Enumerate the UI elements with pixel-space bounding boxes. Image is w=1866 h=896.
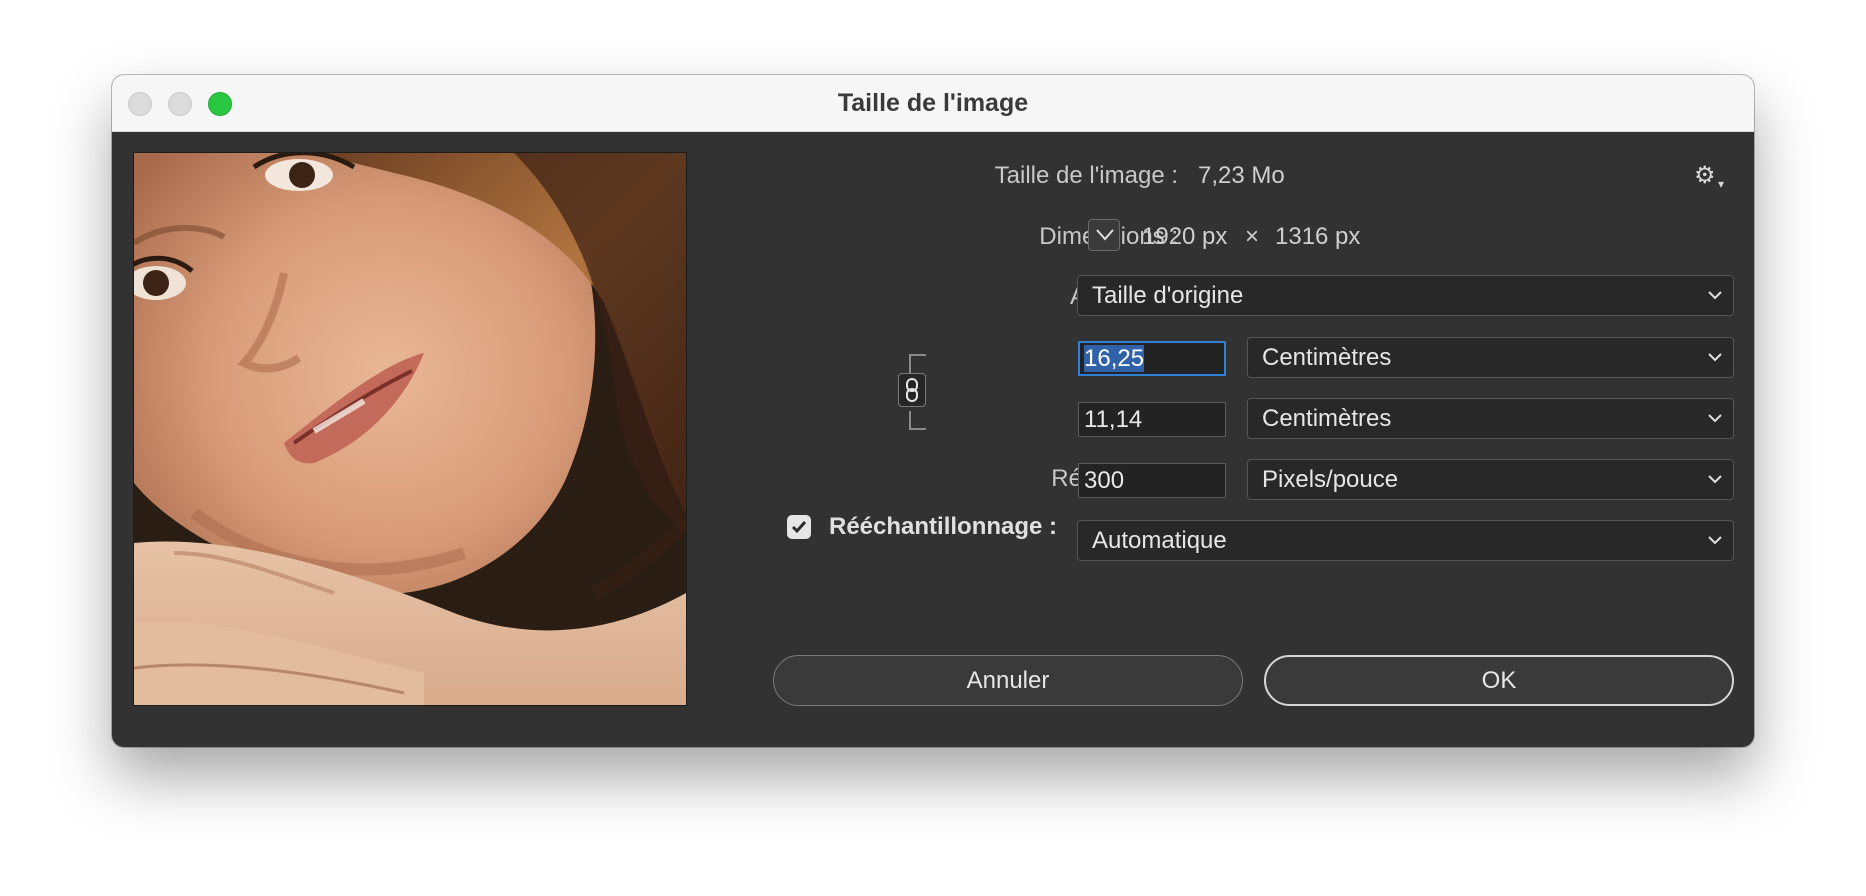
height-unit-value: Centimètres (1262, 405, 1392, 432)
gear-icon: ⚙ (1694, 162, 1716, 189)
caret-down-icon: ▾ (1718, 177, 1725, 191)
resample-label: Rééchantillonnage : (829, 513, 1058, 540)
resample-checkbox[interactable] (787, 515, 811, 539)
dimensions-times: × (1245, 223, 1260, 250)
constrain-proportions-button[interactable] (898, 373, 926, 407)
dimensions-width: 1920 px (1142, 223, 1228, 250)
fit-to-value: Taille d'origine (1092, 282, 1244, 309)
image-preview[interactable] (133, 152, 687, 706)
resolution-input[interactable]: 300 (1078, 463, 1226, 498)
fit-to-select[interactable]: Taille d'origine (1077, 275, 1734, 316)
chevron-down-icon (1708, 353, 1722, 362)
chevron-down-icon (1708, 291, 1722, 300)
width-value: 16,25 (1084, 345, 1145, 372)
image-size-label: Taille de l'image : (994, 162, 1178, 189)
image-size-value: 7,23 Mo (1198, 162, 1285, 189)
width-input[interactable]: 16,25 (1078, 341, 1226, 376)
checkmark-icon (791, 521, 807, 534)
title-bar: Taille de l'image (112, 75, 1754, 132)
width-unit-select[interactable]: Centimètres (1247, 337, 1734, 378)
width-unit-value: Centimètres (1262, 344, 1392, 371)
height-input[interactable]: 11,14 (1078, 402, 1226, 437)
ok-button[interactable]: OK (1264, 655, 1734, 706)
resample-method-select[interactable]: Automatique (1077, 520, 1734, 561)
image-size-dialog: Taille de l'image Taille de l'image: 7,… (112, 75, 1754, 747)
dimensions-unit-toggle[interactable] (1088, 219, 1120, 251)
chevron-down-icon (1708, 414, 1722, 423)
resolution-unit-value: Pixels/pouce (1262, 466, 1399, 493)
chevron-down-icon (1708, 536, 1722, 545)
chevron-down-icon (1708, 475, 1722, 484)
cancel-button[interactable]: Annuler (773, 655, 1243, 706)
resolution-unit-select[interactable]: Pixels/pouce (1247, 459, 1734, 500)
resample-method-value: Automatique (1092, 527, 1227, 554)
height-value: 11,14 (1084, 406, 1143, 433)
height-unit-select[interactable]: Centimètres (1247, 398, 1734, 439)
resolution-value: 300 (1084, 467, 1125, 494)
window-title: Taille de l'image (837, 89, 1029, 117)
settings-menu-button[interactable]: ⚙ ▾ (1694, 162, 1728, 192)
chain-link-icon (906, 378, 918, 402)
preview-photo (134, 153, 686, 705)
chevron-down-icon (1096, 229, 1114, 241)
dimensions-height: 1316 px (1275, 223, 1361, 250)
